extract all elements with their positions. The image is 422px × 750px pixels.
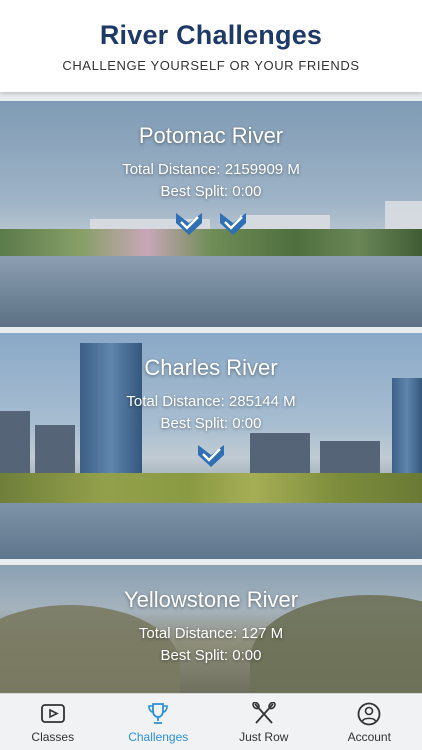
tab-label: Classes [31, 730, 75, 744]
total-distance: Total Distance: 2159909 M [122, 161, 300, 178]
tab-label: Challenges [128, 730, 189, 744]
tab-just-row[interactable]: Just Row [211, 694, 317, 750]
completed-check-icon [198, 445, 224, 467]
challenge-name: Yellowstone River [123, 587, 299, 612]
completed-check-icon [176, 213, 202, 235]
page-header: River Challenges CHALLENGE YOURSELF OR Y… [0, 0, 422, 92]
challenge-card-potomac[interactable]: Potomac River Total Distance: 2159909 M … [0, 101, 422, 327]
page-title: River Challenges [99, 20, 323, 50]
tab-classes[interactable]: Classes [0, 694, 106, 750]
tab-label: Account [347, 730, 391, 744]
challenge-info: Yellowstone River Total Distance: 127 M … [0, 587, 422, 667]
tab-account[interactable]: Account [317, 694, 422, 750]
challenge-info: Potomac River Total Distance: 2159909 M … [0, 123, 422, 203]
user-icon [357, 702, 381, 726]
challenge-list[interactable]: Potomac River Total Distance: 2159909 M … [0, 101, 422, 693]
crossed-oars-icon [251, 702, 276, 724]
challenge-name: Potomac River [138, 123, 284, 148]
challenge-card-charles[interactable]: Charles River Total Distance: 285144 M B… [0, 333, 422, 559]
challenge-card-yellowstone[interactable]: Yellowstone River Total Distance: 127 M … [0, 565, 422, 693]
completed-check-icon [220, 213, 246, 235]
tab-bar: Classes Challenges Just Row Account [0, 693, 422, 750]
total-distance: Total Distance: 127 M [138, 625, 284, 642]
total-distance: Total Distance: 285144 M [126, 393, 296, 410]
tab-challenges[interactable]: Challenges [106, 694, 212, 750]
best-split: Best Split: 0:00 [160, 415, 262, 432]
trophy-icon [148, 703, 169, 724]
page-subtitle: CHALLENGE YOURSELF OR YOUR FRIENDS [62, 58, 360, 73]
best-split: Best Split: 0:00 [160, 647, 262, 664]
challenge-info: Charles River Total Distance: 285144 M B… [0, 355, 422, 435]
challenge-name: Charles River [144, 355, 278, 380]
best-split: Best Split: 0:00 [160, 183, 262, 200]
tab-label: Just Row [239, 730, 289, 744]
video-play-icon [40, 704, 65, 723]
